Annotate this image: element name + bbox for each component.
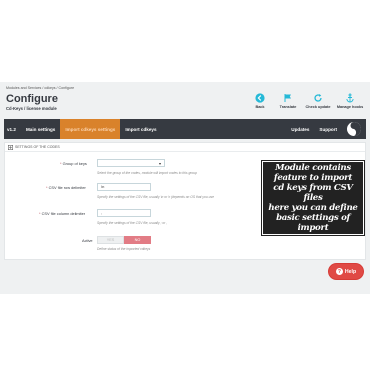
row-delimiter-help: Specify the settings of the CSV file, us… xyxy=(97,195,214,199)
anchor-icon xyxy=(344,92,356,104)
help-button[interactable]: ? Help xyxy=(329,264,363,279)
breadcrumb: Modules and Services / cdkeys / Configur… xyxy=(6,86,74,90)
module-navbar: v1.2 Main settings Import cdkeys setting… xyxy=(4,119,366,139)
version-label: v1.2 xyxy=(7,126,16,132)
group-of-keys-help: Select the group of the codes, module wi… xyxy=(97,171,197,175)
breadcrumb-separator: / xyxy=(56,86,58,90)
check-update-button[interactable]: Check update xyxy=(302,92,334,109)
breadcrumb-item-configure: Configure xyxy=(58,86,75,90)
flag-icon xyxy=(282,92,294,104)
page-title: Configure xyxy=(6,93,58,105)
toolbar: Back Translate Check update Manage hooks xyxy=(246,92,366,109)
settings-icon xyxy=(7,144,14,150)
back-label: Back xyxy=(255,105,265,109)
tab-main-settings[interactable]: Main settings xyxy=(21,119,60,139)
translate-button[interactable]: Translate xyxy=(274,92,302,109)
callout-line: feature to import xyxy=(273,173,353,183)
active-toggle[interactable]: YES NO xyxy=(97,236,151,244)
callout-line: cd keys from CSV files xyxy=(273,183,353,203)
tab-import-cdkeys-settings[interactable]: Import cdkeys settings xyxy=(60,119,121,139)
chevron-down-icon: ▾ xyxy=(158,161,161,166)
row-delimiter-input[interactable]: \n xyxy=(97,183,151,191)
back-button[interactable]: Back xyxy=(246,92,274,109)
panel-heading-label: SETTINGS OF THE CODES xyxy=(15,145,60,149)
active-yes-option[interactable]: YES xyxy=(97,236,124,244)
column-delimiter-label: * CSV file column delimiter xyxy=(39,211,86,216)
active-label: Active xyxy=(82,238,93,243)
group-of-keys-label: * Group of keys xyxy=(60,161,87,166)
breadcrumb-item-cdkeys[interactable]: cdkeys xyxy=(44,86,55,90)
active-help: Define status of the imported cdkeys xyxy=(97,247,151,251)
panel-heading: SETTINGS OF THE CODES xyxy=(5,143,365,152)
row-delimiter-label: * CSV file row delimiter xyxy=(46,185,86,190)
tab-updates[interactable]: Updates xyxy=(286,119,314,139)
page-subtitle: Cd-Keys / license module xyxy=(6,106,57,111)
promo-callout-text: Module contains feature to import cd key… xyxy=(263,163,363,233)
active-no-option[interactable]: NO xyxy=(124,236,151,244)
manage-hooks-button[interactable]: Manage hooks xyxy=(334,92,366,109)
column-delimiter-input[interactable]: , xyxy=(97,209,151,217)
group-of-keys-select[interactable]: ▾ xyxy=(97,159,165,167)
tab-support[interactable]: Support xyxy=(314,119,342,139)
help-button-label: Help xyxy=(344,268,357,275)
vendor-logo-icon[interactable] xyxy=(346,121,362,137)
manage-hooks-label: Manage hooks xyxy=(336,105,364,109)
promo-callout: Module contains feature to import cd key… xyxy=(261,160,365,236)
question-icon: ? xyxy=(335,268,343,275)
column-delimiter-help: Specify the settings of the CSV file, us… xyxy=(97,221,168,225)
check-update-label: Check update xyxy=(305,105,331,109)
callout-line: here you can define xyxy=(268,203,358,213)
back-icon xyxy=(254,92,266,104)
refresh-icon xyxy=(312,92,324,104)
tab-import-cdkeys[interactable]: Import cdkeys xyxy=(120,119,161,139)
callout-line: basic settings of import xyxy=(276,213,350,233)
callout-line: Module contains xyxy=(275,163,351,173)
breadcrumb-item-modules[interactable]: Modules and Services xyxy=(6,86,41,90)
translate-label: Translate xyxy=(279,105,297,109)
